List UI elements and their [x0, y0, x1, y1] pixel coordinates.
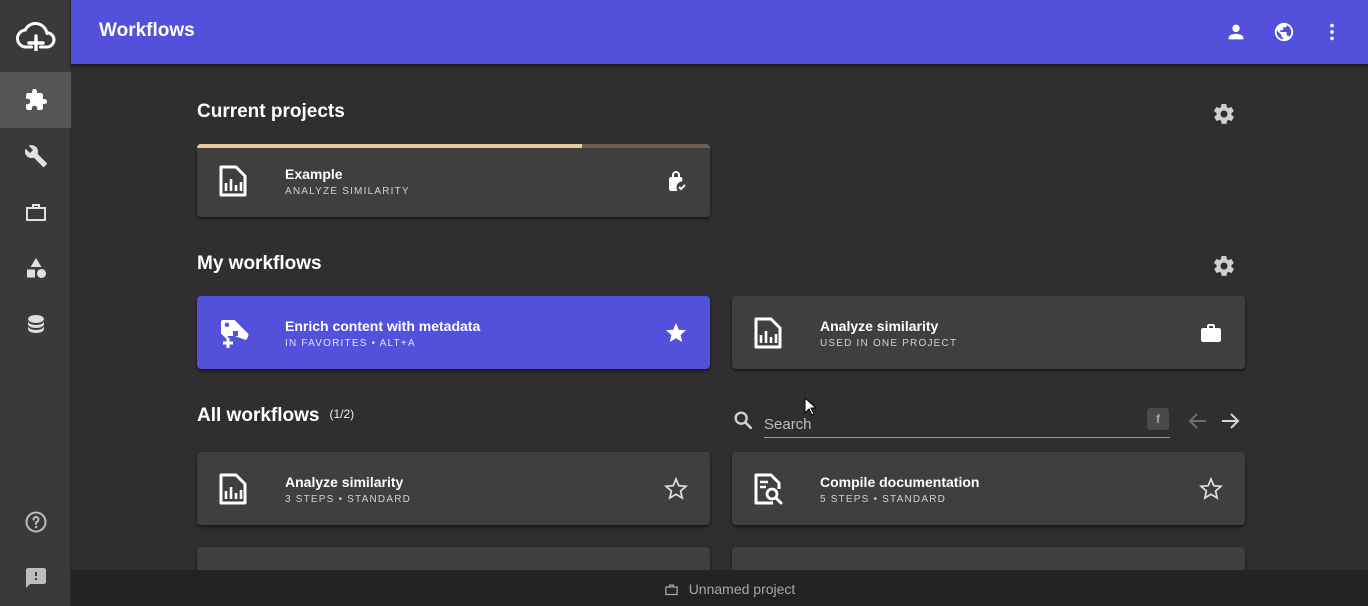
language-icon	[1274, 22, 1294, 42]
workflow-card-partial[interactable]	[732, 547, 1245, 570]
puzzle-icon	[25, 89, 47, 110]
workflow-card[interactable]: Compile documentation 5 STEPS • STANDARD	[732, 452, 1245, 525]
status-footer: Unnamed project	[71, 570, 1368, 606]
current-projects-settings-button[interactable]	[1212, 102, 1236, 126]
help-circle-icon	[25, 511, 46, 533]
rail-item-database[interactable]	[0, 296, 71, 352]
chart-document-icon	[217, 472, 249, 506]
rail-item-tools[interactable]	[0, 128, 71, 184]
all-workflows-title: All workflows	[197, 405, 320, 426]
search-input[interactable]	[764, 406, 1170, 438]
rail-item-projects[interactable]	[0, 184, 71, 240]
language-button[interactable]	[1272, 20, 1296, 44]
workflow-subtitle: USED IN ONE PROJECT	[820, 338, 958, 349]
shapes-icon	[26, 258, 46, 278]
arrow-right-icon	[1222, 413, 1240, 429]
database-icon	[27, 315, 44, 333]
project-card[interactable]: Example ANALYZE SIMILARITY	[197, 144, 710, 217]
rail-item-help[interactable]	[0, 494, 71, 550]
workflow-subtitle: 3 STEPS • STANDARD	[285, 494, 412, 505]
project-subtitle: ANALYZE SIMILARITY	[285, 186, 410, 197]
more-vertical-icon	[1330, 23, 1334, 41]
workflow-card[interactable]: Analyze similarity 3 STEPS • STANDARD	[197, 452, 710, 525]
all-workflows-heading: All workflows (1/2)	[197, 405, 354, 427]
briefcase-icon[interactable]	[1199, 321, 1223, 345]
page-count: (1/2)	[329, 407, 355, 421]
gear-icon	[1214, 104, 1234, 124]
workflow-title: Enrich content with metadata	[285, 318, 481, 334]
workflow-title: Analyze similarity	[820, 318, 939, 334]
chart-document-icon	[217, 164, 249, 198]
chart-document-icon	[752, 316, 784, 350]
workflow-title: Compile documentation	[820, 474, 980, 490]
current-project-label[interactable]: Unnamed project	[689, 581, 796, 597]
previous-page-button[interactable]	[1186, 409, 1210, 433]
tag-plus-icon	[217, 316, 249, 350]
workflow-subtitle: IN FAVORITES • ALT+A	[285, 338, 416, 349]
next-page-button[interactable]	[1218, 409, 1242, 433]
lock-check-icon[interactable]	[664, 169, 688, 193]
page-title: Workflows	[99, 20, 195, 41]
briefcase-icon	[25, 204, 46, 221]
account-button[interactable]	[1224, 20, 1248, 44]
rail-item-feedback[interactable]	[0, 550, 71, 606]
workflow-title: Analyze similarity	[285, 474, 404, 490]
arrow-left-icon	[1188, 413, 1206, 429]
rail-item-shapes[interactable]	[0, 240, 71, 296]
search-icon	[732, 409, 754, 431]
briefcase-outline-icon	[664, 584, 678, 595]
my-workflows-settings-button[interactable]	[1212, 254, 1236, 278]
main-content: Current projects Example ANALYZE SIMILAR…	[71, 64, 1368, 570]
workflow-subtitle: 5 STEPS • STANDARD	[820, 494, 947, 505]
wrench-icon	[24, 145, 47, 167]
workflow-card-used[interactable]: Analyze similarity USED IN ONE PROJECT	[732, 296, 1245, 369]
star-outline-icon[interactable]	[1198, 476, 1224, 501]
feedback-icon	[25, 568, 46, 588]
account-icon	[1228, 24, 1244, 40]
top-bar: Workflows	[71, 0, 1368, 64]
rail-item-workflows[interactable]	[0, 72, 71, 128]
workflow-search: f	[732, 404, 1172, 440]
mouse-cursor-icon	[804, 397, 818, 416]
project-title: Example	[285, 166, 343, 182]
project-progress-bar	[197, 144, 710, 148]
document-search-icon	[752, 472, 784, 506]
current-projects-heading: Current projects	[197, 101, 345, 122]
app-logo[interactable]	[0, 0, 71, 72]
cloud-upload-icon	[15, 21, 56, 51]
my-workflows-heading: My workflows	[197, 253, 322, 274]
gear-icon	[1214, 256, 1234, 276]
search-shortcut-badge: f	[1147, 408, 1169, 430]
workflow-card-partial[interactable]	[197, 547, 710, 570]
more-menu-button[interactable]	[1320, 20, 1344, 44]
workflow-card-favorite[interactable]: Enrich content with metadata IN FAVORITE…	[197, 296, 710, 369]
side-rail	[0, 0, 71, 606]
star-filled-icon[interactable]	[664, 321, 688, 345]
star-outline-icon[interactable]	[663, 476, 689, 501]
